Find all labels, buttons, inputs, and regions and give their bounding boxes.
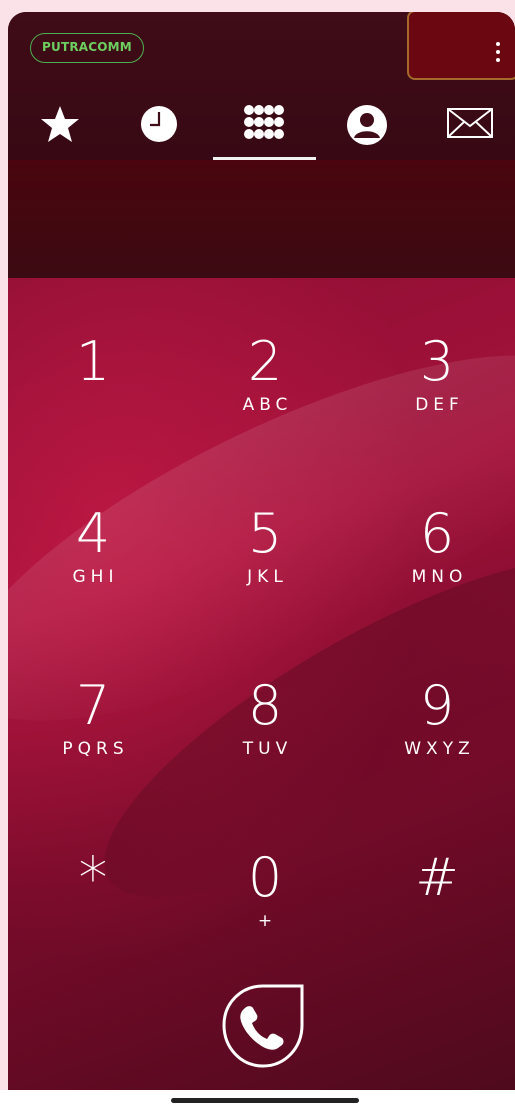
clock-icon	[141, 106, 177, 142]
star-icon	[41, 106, 79, 142]
tab-recents[interactable]	[124, 90, 194, 160]
tab-favorites[interactable]	[25, 90, 95, 160]
key-1[interactable]: 1	[28, 332, 158, 452]
key-4[interactable]: 4 GHI	[28, 504, 158, 624]
brand-badge: PUTRACOMM	[30, 33, 144, 63]
call-button[interactable]	[218, 982, 312, 1074]
envelope-icon	[447, 108, 493, 138]
key-star[interactable]: *	[28, 848, 158, 968]
more-vertical-icon	[495, 42, 501, 62]
key-9[interactable]: 9 WXYZ	[372, 676, 502, 796]
key-7[interactable]: 7 PQRS	[28, 676, 158, 796]
key-8[interactable]: 8 TUV	[200, 676, 330, 796]
tab-contacts[interactable]	[332, 90, 402, 160]
key-0[interactable]: 0 +	[200, 848, 330, 968]
overflow-menu-button[interactable]	[407, 12, 515, 80]
header: PUTRACOMM	[8, 12, 515, 160]
key-5[interactable]: 5 JKL	[200, 504, 330, 624]
dialer-app: PUTRACOMM 1 2 ABC 3 DEF 4 GHI 5 JKL 6 MN…	[8, 12, 515, 1090]
key-3[interactable]: 3 DEF	[372, 332, 502, 452]
number-display[interactable]	[8, 160, 515, 278]
phone-icon	[222, 984, 304, 1068]
tab-dialpad[interactable]	[229, 90, 299, 160]
key-6[interactable]: 6 MNO	[372, 504, 502, 624]
tab-bar	[8, 90, 515, 160]
dialpad-icon	[244, 105, 284, 139]
tab-messages[interactable]	[435, 90, 505, 160]
key-hash[interactable]: #	[372, 848, 502, 968]
key-2[interactable]: 2 ABC	[200, 332, 330, 452]
contact-icon	[347, 105, 387, 145]
home-indicator[interactable]	[171, 1098, 359, 1103]
